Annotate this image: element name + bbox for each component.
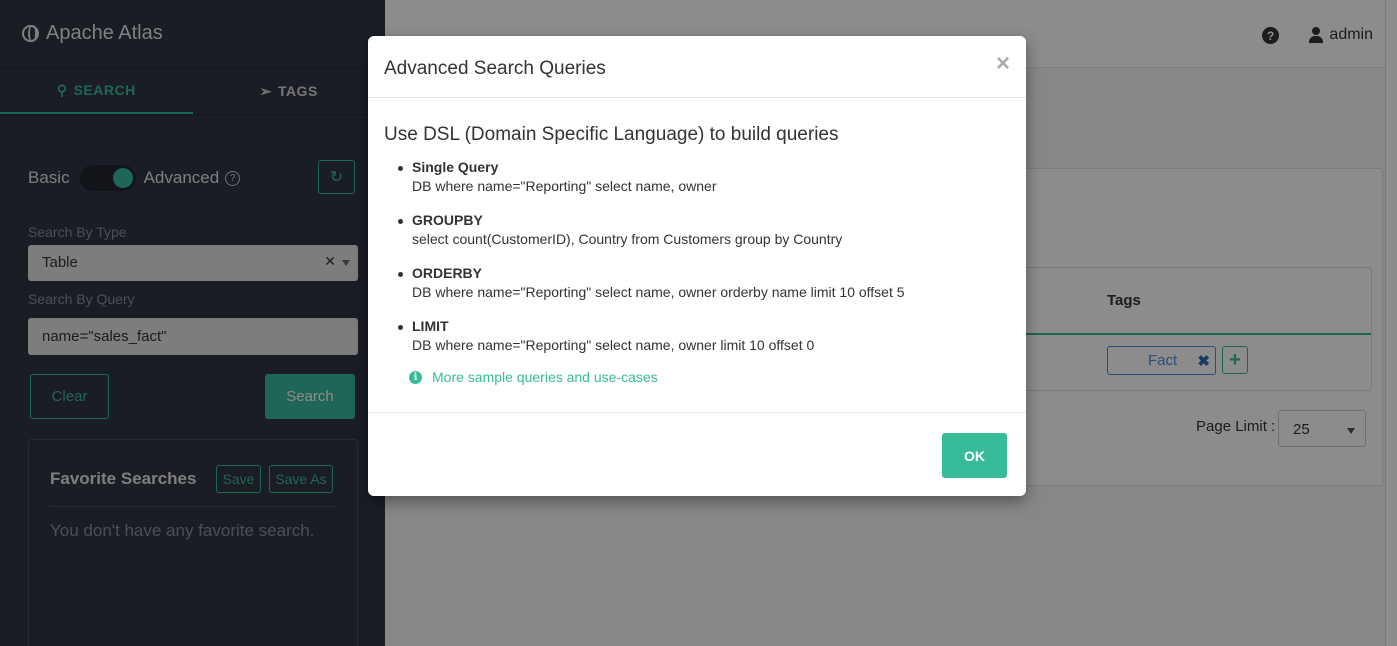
list-item: Single Query DB where name="Reporting" s… [398, 158, 905, 211]
close-icon[interactable]: × [996, 52, 1010, 76]
list-item: ORDERBY DB where name="Reporting" select… [398, 264, 905, 317]
query-example: DB where name="Reporting" select name, o… [412, 337, 815, 353]
list-item: LIMIT DB where name="Reporting" select n… [398, 317, 905, 370]
query-example: select count(CustomerID), Country from C… [412, 231, 843, 247]
more-queries-label: More sample queries and use-cases [432, 369, 658, 385]
query-name: Single Query [412, 159, 499, 175]
query-example: DB where name="Reporting" select name, o… [412, 284, 905, 300]
advanced-search-modal: Advanced Search Queries × Use DSL (Domai… [368, 36, 1026, 496]
query-name: LIMIT [412, 318, 449, 334]
modal-body: Use DSL (Domain Specific Language) to bu… [368, 98, 1026, 413]
query-name: ORDERBY [412, 265, 483, 281]
modal-header: Advanced Search Queries × [368, 36, 1026, 98]
query-example: DB where name="Reporting" select name, o… [412, 178, 717, 194]
ok-button[interactable]: OK [942, 433, 1007, 478]
query-name: GROUPBY [412, 212, 483, 228]
info-icon: i [409, 370, 422, 384]
modal-subtitle: Use DSL (Domain Specific Language) to bu… [384, 124, 839, 145]
query-list: Single Query DB where name="Reporting" s… [398, 158, 905, 370]
more-queries-link[interactable]: i More sample queries and use-cases [409, 369, 658, 385]
modal-title: Advanced Search Queries [384, 58, 606, 79]
list-item: GROUPBY select count(CustomerID), Countr… [398, 211, 905, 264]
modal-footer: OK [368, 413, 1026, 496]
